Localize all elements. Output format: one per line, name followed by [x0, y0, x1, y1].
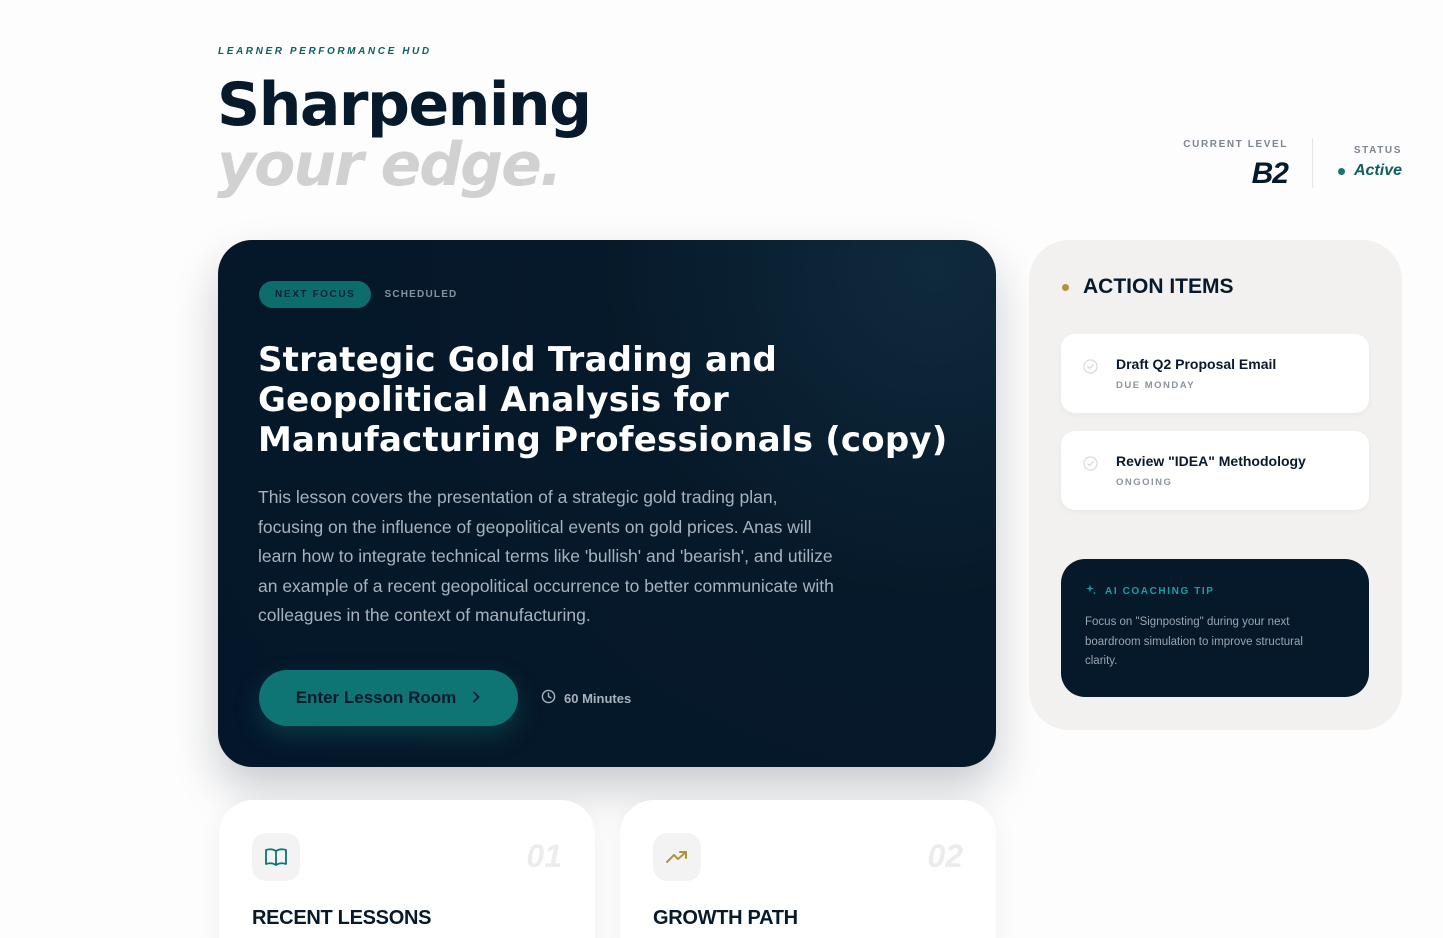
- enter-lesson-room-button[interactable]: Enter Lesson Room: [259, 670, 518, 726]
- page-subtitle: your edge.: [217, 130, 563, 200]
- action-item[interactable]: Review "IDEA" Methodology ONGOING: [1061, 431, 1369, 510]
- learner-dashboard: LEARNER PERFORMANCE HUD Sharpening your …: [0, 0, 1443, 938]
- next-focus-tag: NEXT FOCUS: [259, 281, 372, 308]
- growth-path-card[interactable]: 02 GROWTH PATH: [620, 800, 996, 938]
- lesson-duration: 60 Minutes: [541, 689, 631, 707]
- action-items-header: ACTION ITEMS: [1062, 275, 1234, 299]
- current-level-label: CURRENT LEVEL: [1183, 139, 1288, 150]
- scheduled-tag: SCHEDULED: [384, 289, 458, 300]
- lesson-title: Strategic Gold Trading and Geopolitical …: [258, 340, 948, 460]
- current-level-value: B2: [1251, 157, 1289, 190]
- next-focus-card: NEXT FOCUS SCHEDULED Strategic Gold Trad…: [218, 240, 996, 767]
- clock-icon: [541, 689, 556, 707]
- ai-coaching-tip: AI COACHING TIP Focus on "Signposting" d…: [1061, 559, 1369, 697]
- hero-tags: NEXT FOCUS SCHEDULED: [259, 281, 457, 308]
- enter-lesson-room-label: Enter Lesson Room: [295, 688, 457, 707]
- growth-path-title: GROWTH PATH: [653, 907, 798, 929]
- recent-lessons-title: RECENT LESSONS: [252, 907, 432, 929]
- coaching-tip-text: Focus on "Signposting" during your next …: [1085, 616, 1303, 667]
- status-badge: Active: [1337, 162, 1402, 180]
- card-number: 02: [927, 838, 963, 874]
- check-circle-icon[interactable]: [1083, 359, 1098, 374]
- action-item-status: ONGOING: [1116, 477, 1173, 488]
- status-label: STATUS: [1353, 145, 1402, 156]
- card-number: 01: [526, 838, 562, 874]
- page-kicker: LEARNER PERFORMANCE HUD: [218, 46, 432, 57]
- status-dot-icon: [1337, 167, 1345, 175]
- header-divider: [1312, 138, 1313, 188]
- action-item-title: Draft Q2 Proposal Email: [1116, 356, 1277, 372]
- action-items-panel: ACTION ITEMS Draft Q2 Proposal Email DUE…: [1029, 240, 1402, 730]
- chevron-right-icon: [472, 690, 481, 707]
- action-item-title: Review "IDEA" Methodology: [1116, 453, 1306, 469]
- current-level: CURRENT LEVEL B2: [1183, 139, 1289, 191]
- coaching-tip-title: AI COACHING TIP: [1105, 586, 1215, 597]
- duration-text: 60 Minutes: [564, 690, 632, 706]
- status-value: Active: [1353, 162, 1402, 179]
- check-circle-icon[interactable]: [1083, 456, 1098, 471]
- lesson-description: This lesson covers the presentation of a…: [258, 487, 834, 625]
- book-open-icon: [252, 833, 300, 881]
- bullet-dot-icon: [1062, 283, 1069, 291]
- action-item[interactable]: Draft Q2 Proposal Email DUE MONDAY: [1061, 334, 1369, 413]
- status: STATUS Active: [1337, 145, 1402, 180]
- coaching-tip-header: AI COACHING TIP: [1085, 584, 1215, 599]
- sparkle-icon: [1085, 584, 1097, 599]
- action-items-title: ACTION ITEMS: [1083, 275, 1234, 298]
- trending-up-icon: [653, 833, 701, 881]
- recent-lessons-card[interactable]: 01 RECENT LESSONS: [219, 800, 595, 938]
- action-item-due: DUE MONDAY: [1116, 380, 1196, 391]
